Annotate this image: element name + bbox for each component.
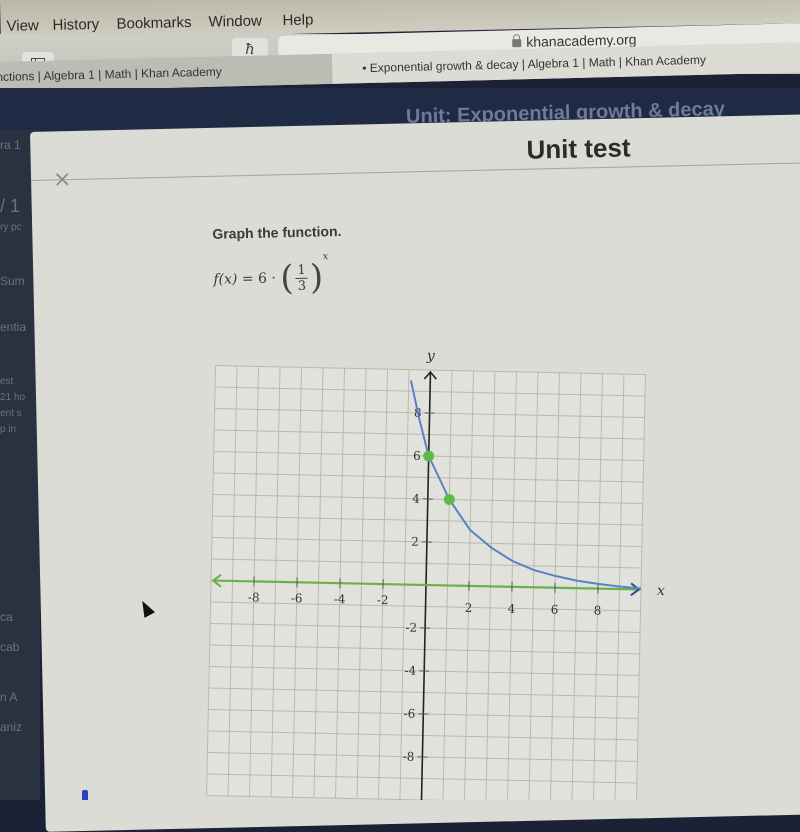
graph-area[interactable]: -8-6-4-224688642-2-4-6-8xy — [200, 330, 680, 800]
bg-text: Sum — [0, 274, 25, 288]
bg-text: n A — [0, 690, 17, 704]
menu-help[interactable]: Help — [282, 11, 313, 29]
bg-text: p in — [0, 424, 16, 435]
close-icon[interactable]: × — [53, 169, 72, 191]
lock-icon — [512, 39, 521, 47]
formula-exponent: x — [323, 251, 329, 262]
menu-bookmarks[interactable]: Bookmarks — [116, 14, 191, 33]
formula-paren-open: ( — [280, 258, 294, 298]
bg-text: / 1 — [0, 196, 20, 217]
formula-lhs: f(x) — [213, 271, 237, 288]
bg-text: ent s — [0, 408, 22, 419]
x-tick-label: 8 — [594, 604, 602, 618]
y-tick-label: -2 — [405, 621, 417, 635]
function-formula: f(x) = 6 · (13)x — [213, 257, 329, 300]
modal-title: Unit test — [526, 132, 631, 165]
bg-text: 21 ho — [0, 392, 25, 403]
graph-svg[interactable]: -8-6-4-224688642-2-4-6-8xy — [200, 330, 680, 800]
y-axis-label: y — [426, 348, 436, 364]
formula-dot: · — [271, 270, 276, 286]
menu-window[interactable]: Window — [208, 13, 262, 31]
bg-text: ra 1 — [0, 138, 21, 152]
x-axis-label: x — [657, 583, 665, 599]
x-tick-label: 4 — [508, 602, 516, 616]
y-tick-label: 6 — [413, 449, 421, 463]
y-tick-label: -6 — [403, 707, 415, 721]
bg-text: cab — [0, 640, 19, 654]
bottom-blue-indicator — [82, 790, 88, 800]
x-tick-label: 6 — [551, 603, 559, 617]
y-tick-label: -8 — [403, 750, 415, 764]
x-tick-label: -2 — [377, 593, 389, 607]
question-prompt: Graph the function. — [212, 223, 341, 242]
x-tick-label: -8 — [248, 590, 260, 604]
fraction-denominator: 3 — [296, 278, 309, 293]
x-tick-label: 2 — [465, 601, 473, 615]
formula-paren-close: ) — [309, 257, 323, 297]
formula-coefficient: 6 — [258, 271, 267, 287]
menu-view[interactable]: View — [6, 17, 39, 35]
x-tick-label: -4 — [334, 592, 346, 606]
bg-text: aniz — [0, 720, 22, 734]
formula-fraction: 13 — [295, 262, 308, 293]
bg-text: ca — [0, 610, 13, 624]
bg-text: entia — [0, 320, 26, 334]
bg-text: est — [0, 376, 13, 387]
x-tick-label: -6 — [291, 591, 303, 605]
formula-equals: = — [242, 271, 254, 287]
fraction-numerator: 1 — [295, 262, 308, 278]
y-tick-label: 4 — [412, 492, 420, 506]
y-tick-label: -4 — [404, 664, 416, 678]
y-tick-label: 2 — [411, 535, 419, 549]
bg-text: ry pc — [0, 222, 22, 233]
menu-history[interactable]: History — [52, 16, 99, 34]
